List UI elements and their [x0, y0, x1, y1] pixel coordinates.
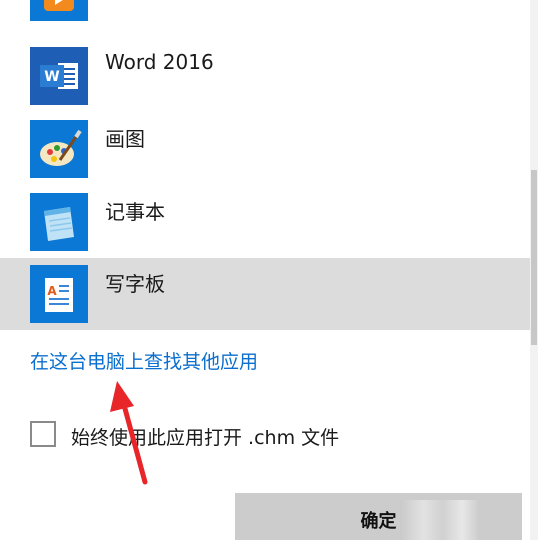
paint-icon: [30, 120, 88, 178]
app-label-paint: 画图: [105, 127, 145, 151]
ok-button[interactable]: 确定: [235, 493, 522, 540]
app-item-notepad[interactable]: 记事本: [0, 186, 530, 258]
scrollbar[interactable]: [530, 0, 538, 540]
always-use-checkbox[interactable]: [30, 421, 56, 447]
blurred-region: [400, 500, 478, 540]
svg-text:W: W: [44, 69, 59, 85]
app-item-word[interactable]: W Word 2016: [0, 40, 530, 112]
ok-button-label: 确定: [360, 511, 397, 532]
app-list: W Word 2016 画图 记事本 A 写字板: [0, 0, 530, 330]
find-more-apps-link[interactable]: 在这台电脑上查找其他应用: [30, 347, 258, 374]
app-item-wordpad[interactable]: A 写字板: [0, 258, 530, 330]
scrollbar-thumb[interactable]: [531, 170, 537, 345]
app-label-wordpad: 写字板: [105, 272, 165, 296]
wordpad-icon: A: [30, 265, 88, 323]
media-player-icon: [30, 0, 88, 21]
svg-text:A: A: [47, 284, 57, 298]
app-label-notepad: 记事本: [105, 200, 165, 224]
word-icon: W: [30, 47, 88, 105]
notepad-icon: [30, 193, 88, 251]
app-item-paint[interactable]: 画图: [0, 113, 530, 185]
app-item-media-player[interactable]: [0, 0, 530, 28]
always-use-label: 始终使用此应用打开 .chm 文件: [71, 427, 340, 449]
app-label-word: Word 2016: [105, 50, 214, 74]
